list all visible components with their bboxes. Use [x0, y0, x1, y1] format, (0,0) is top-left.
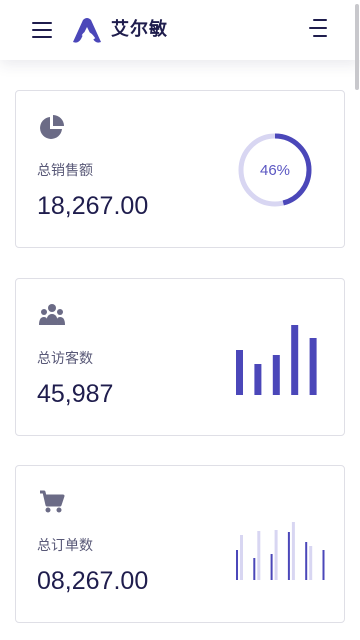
- total-orders-card: 总订单数 08,267.00: [15, 465, 345, 623]
- orders-bar-light-1: [240, 535, 243, 580]
- visitors-bar-chart: [236, 325, 317, 395]
- orders-bar-light-4: [291, 522, 295, 580]
- visitors-bar-5: [309, 338, 317, 395]
- orders-bar-light-2: [257, 531, 261, 580]
- visitors-bar-2: [254, 364, 262, 395]
- total-sales-label: 总销售额: [37, 163, 93, 179]
- orders-bar-light-5: [309, 546, 313, 580]
- orders-bar-chart: [236, 522, 325, 580]
- brand-logo-icon: [73, 18, 101, 43]
- top-bar: 艾尔敏: [0, 0, 360, 60]
- total-visitors-label: 总访客数: [37, 351, 93, 367]
- visitors-bar-3: [272, 355, 280, 395]
- users-icon: [39, 304, 65, 325]
- total-sales-card: 总销售额 18,267.00 46%: [15, 90, 345, 248]
- total-sales-value: 18,267.00: [37, 192, 149, 220]
- options-menu-icon[interactable]: [309, 19, 327, 39]
- visitors-bar-4: [291, 325, 299, 395]
- orders-bar-dark-3: [270, 554, 273, 580]
- orders-bar-dark-1: [236, 550, 238, 580]
- page-scrollbar[interactable]: [355, 4, 359, 90]
- brand-name: 艾尔敏: [111, 19, 168, 40]
- sales-progress-text: 46%: [260, 162, 290, 179]
- orders-bar-light-3: [274, 530, 278, 580]
- orders-bar-dark-6: [322, 550, 325, 580]
- total-visitors-card: 总访客数 45,987: [15, 278, 345, 436]
- orders-bar-dark-5: [305, 542, 308, 580]
- total-orders-label: 总订单数: [37, 538, 93, 554]
- visitors-bar-1: [236, 350, 243, 395]
- orders-bar-dark-2: [253, 558, 256, 580]
- total-orders-value: 08,267.00: [37, 567, 149, 595]
- cart-icon: [40, 490, 65, 513]
- pie-chart-icon: [40, 115, 64, 139]
- hamburger-menu-icon[interactable]: [32, 21, 52, 39]
- orders-bar-dark-4: [287, 532, 290, 580]
- sales-progress-ring: 46%: [238, 133, 312, 207]
- total-visitors-value: 45,987: [37, 380, 114, 408]
